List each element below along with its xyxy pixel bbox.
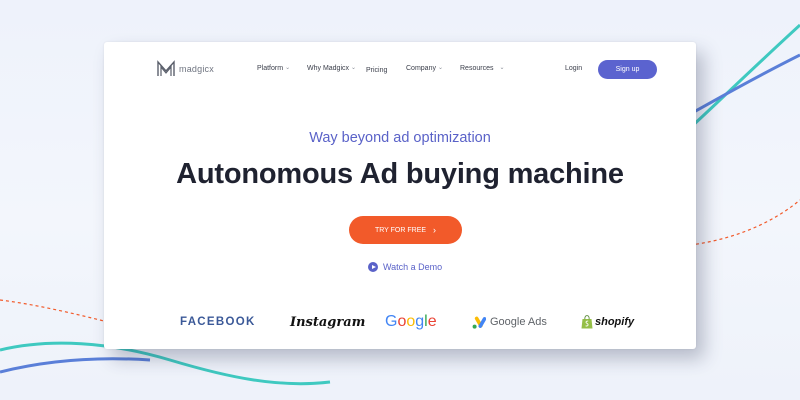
top-navigation: madgicx Platform ⌄ Why Madgicx ⌄ Pricing… bbox=[104, 42, 696, 98]
hero-headline: Autonomous Ad buying machine bbox=[176, 158, 624, 190]
try-for-free-label: TRY FOR FREE bbox=[374, 226, 427, 234]
brand-logo[interactable]: madgicx bbox=[156, 60, 214, 78]
shopify-bag-icon bbox=[581, 315, 593, 329]
login-link[interactable]: Login bbox=[565, 65, 582, 72]
google-letter: o bbox=[406, 313, 416, 330]
shopify-label: shopify bbox=[595, 316, 635, 328]
nav-pricing-label: Pricing bbox=[366, 67, 388, 74]
chevron-down-icon: ⌄ bbox=[499, 65, 505, 71]
dashed-line-left bbox=[0, 299, 121, 326]
dashed-line-right bbox=[689, 199, 800, 246]
google-ads-logo: Google Ads bbox=[472, 310, 547, 334]
nav-why-madgicx-label: Why Madgicx bbox=[307, 65, 350, 72]
nav-platform[interactable]: Platform ⌄ bbox=[257, 65, 290, 72]
chevron-down-icon: ⌄ bbox=[285, 65, 291, 71]
chevron-right-icon: › bbox=[433, 225, 437, 235]
nav-company[interactable]: Company ⌄ bbox=[406, 65, 443, 72]
nav-resources-label: Resources bbox=[460, 65, 494, 72]
watch-demo-label: Watch a Demo bbox=[383, 262, 443, 272]
chevron-down-icon: ⌄ bbox=[351, 65, 357, 71]
chevron-down-icon: ⌄ bbox=[437, 65, 443, 71]
google-letter: g bbox=[415, 313, 425, 330]
instagram-logo: Instagram bbox=[290, 314, 366, 330]
shopify-logo: shopify bbox=[581, 310, 634, 334]
try-for-free-button[interactable]: TRY FOR FREE › bbox=[349, 216, 462, 244]
nav-pricing[interactable]: Pricing bbox=[366, 67, 387, 74]
google-letter: o bbox=[397, 313, 407, 330]
landing-page-card: madgicx Platform ⌄ Why Madgicx ⌄ Pricing… bbox=[104, 42, 696, 349]
nav-resources[interactable]: Resources ⌄ bbox=[460, 65, 505, 72]
signup-button[interactable]: Sign up bbox=[598, 60, 657, 79]
facebook-logo: FACEBOOK bbox=[180, 316, 256, 328]
google-ads-icon bbox=[472, 316, 486, 329]
nav-why-madgicx[interactable]: Why Madgicx ⌄ bbox=[307, 65, 356, 72]
google-logo: Google bbox=[385, 310, 437, 334]
nav-platform-label: Platform bbox=[257, 65, 284, 72]
nav-company-label: Company bbox=[406, 65, 436, 72]
google-letter: G bbox=[385, 313, 398, 330]
blue-wave-left bbox=[0, 357, 151, 374]
partner-logos: FACEBOOK Instagram Google Google Ads sho… bbox=[104, 310, 696, 334]
play-icon bbox=[368, 262, 378, 272]
hero-tagline: Way beyond ad optimization bbox=[309, 130, 491, 146]
brand-name: madgicx bbox=[179, 64, 214, 74]
watch-demo-link[interactable]: Watch a Demo bbox=[368, 262, 442, 272]
madgicx-logo-icon bbox=[157, 60, 175, 76]
google-letter: e bbox=[427, 313, 437, 330]
google-ads-label: Google Ads bbox=[490, 316, 547, 328]
